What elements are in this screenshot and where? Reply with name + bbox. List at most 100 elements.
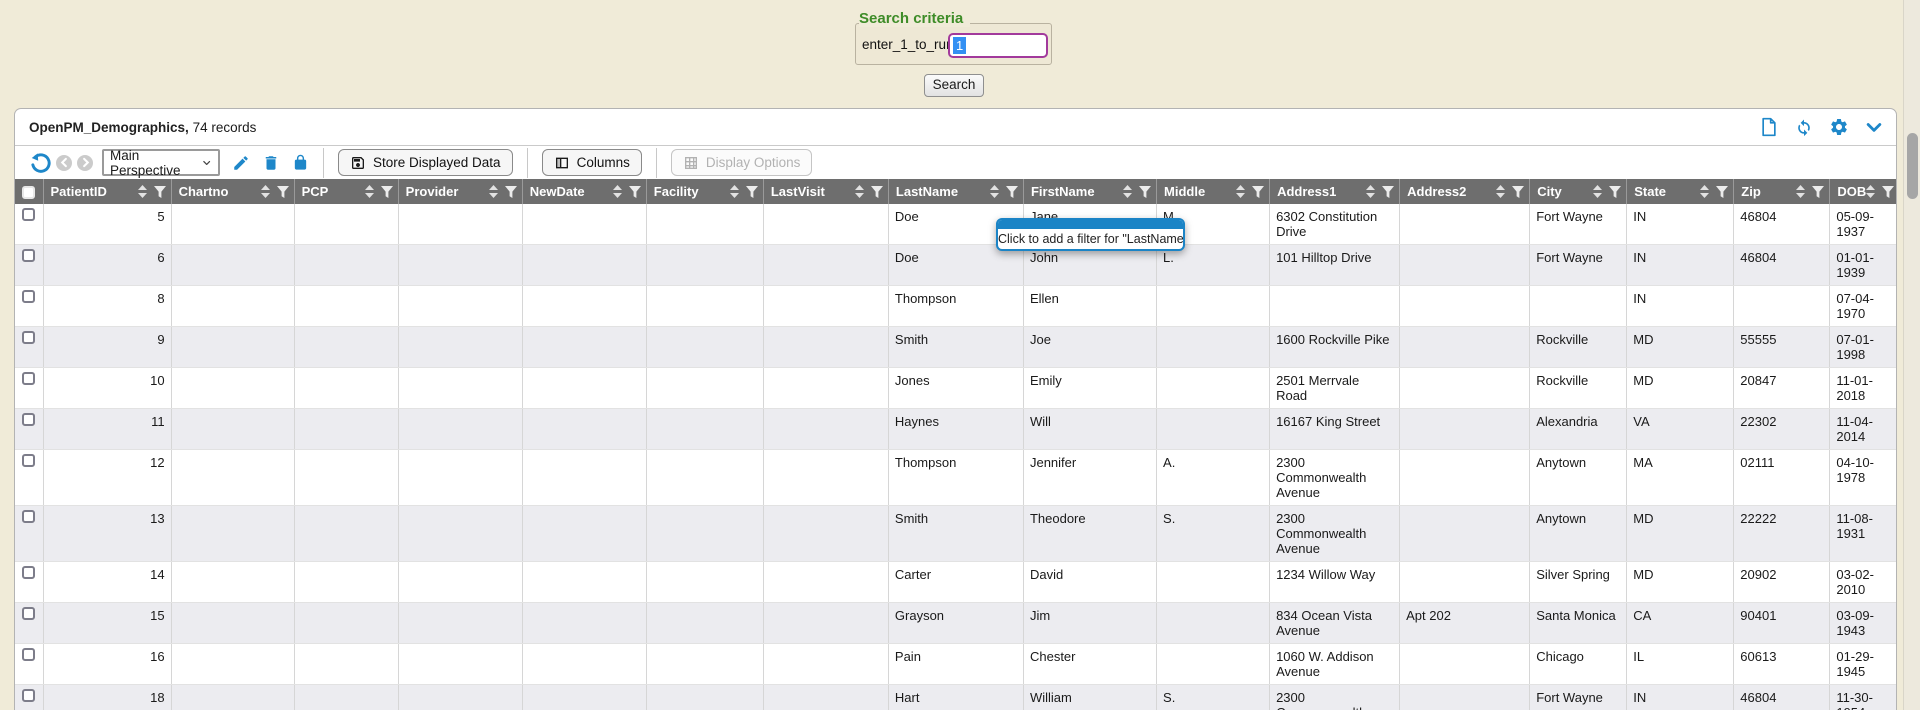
filter-icon[interactable] bbox=[277, 186, 289, 198]
row-checkbox[interactable] bbox=[22, 648, 35, 661]
sort-icon[interactable] bbox=[1236, 185, 1245, 198]
row-checkbox[interactable] bbox=[22, 249, 35, 262]
sort-icon[interactable] bbox=[730, 185, 739, 198]
sort-icon[interactable] bbox=[489, 185, 498, 198]
sort-icon[interactable] bbox=[613, 185, 622, 198]
column-header-pcp[interactable]: PCP bbox=[294, 179, 398, 204]
sort-icon[interactable] bbox=[365, 185, 374, 198]
sort-icon[interactable] bbox=[1866, 185, 1875, 198]
columns-button[interactable]: Columns bbox=[542, 149, 642, 176]
cell-firstname: Ellen bbox=[1023, 286, 1156, 327]
column-header-city[interactable]: City bbox=[1530, 179, 1627, 204]
sort-icon[interactable] bbox=[1496, 185, 1505, 198]
filter-icon[interactable] bbox=[1006, 186, 1018, 198]
sort-icon[interactable] bbox=[1700, 185, 1709, 198]
perspective-select[interactable]: Main Perspective bbox=[102, 149, 220, 176]
table-row[interactable]: 13SmithTheodoreS.2300 Commonwealth Avenu… bbox=[15, 506, 1896, 562]
row-checkbox[interactable] bbox=[22, 566, 35, 579]
column-header-dob[interactable]: DOB bbox=[1830, 179, 1896, 204]
filter-icon[interactable] bbox=[1252, 186, 1264, 198]
row-checkbox[interactable] bbox=[22, 372, 35, 385]
sort-icon[interactable] bbox=[855, 185, 864, 198]
column-header-address1[interactable]: Address1 bbox=[1270, 179, 1400, 204]
cell-facility bbox=[646, 327, 763, 368]
filter-icon[interactable] bbox=[1139, 186, 1151, 198]
sort-icon[interactable] bbox=[990, 185, 999, 198]
column-header-newdate[interactable]: NewDate bbox=[522, 179, 646, 204]
column-header-patientid[interactable]: PatientID bbox=[43, 179, 171, 204]
row-checkbox[interactable] bbox=[22, 208, 35, 221]
vertical-scrollbar-thumb[interactable] bbox=[1907, 133, 1918, 199]
table-row[interactable]: 11HaynesWill16167 King StreetAlexandriaV… bbox=[15, 409, 1896, 450]
column-header-facility[interactable]: Facility bbox=[646, 179, 763, 204]
cell-chartno bbox=[171, 603, 294, 644]
filter-icon[interactable] bbox=[746, 186, 758, 198]
table-row[interactable]: 9SmithJoe1600 Rockville PikeRockvilleMD5… bbox=[15, 327, 1896, 368]
filter-icon[interactable] bbox=[1382, 186, 1394, 198]
cell-zip: 55555 bbox=[1734, 327, 1830, 368]
table-row[interactable]: 18HartWilliamS.2300 Commonwealth AvenueF… bbox=[15, 685, 1896, 710]
table-row[interactable]: 10JonesEmily2501 Merrvale RoadRockvilleM… bbox=[15, 368, 1896, 409]
column-header-address2[interactable]: Address2 bbox=[1400, 179, 1530, 204]
row-checkbox[interactable] bbox=[22, 689, 35, 702]
undo-icon[interactable] bbox=[29, 152, 51, 174]
lock-icon[interactable] bbox=[292, 154, 309, 171]
run-input[interactable]: 1 bbox=[948, 33, 1048, 58]
column-header-state[interactable]: State bbox=[1627, 179, 1734, 204]
filter-icon[interactable] bbox=[629, 186, 641, 198]
table-row[interactable]: 6DoeJohnL.101 Hilltop DriveFort WayneIN4… bbox=[15, 245, 1896, 286]
edit-pencil-icon[interactable] bbox=[232, 154, 250, 172]
table-row[interactable]: 12ThompsonJenniferA.2300 Commonwealth Av… bbox=[15, 450, 1896, 506]
row-checkbox[interactable] bbox=[22, 413, 35, 426]
cell-middle: A. bbox=[1157, 450, 1270, 506]
row-checkbox[interactable] bbox=[22, 290, 35, 303]
table-row[interactable]: 5DoeJaneM.6302 Constitution DriveFort Wa… bbox=[15, 204, 1896, 245]
column-header-lastname[interactable]: LastName bbox=[888, 179, 1023, 204]
new-document-icon[interactable] bbox=[1759, 117, 1779, 137]
row-checkbox[interactable] bbox=[22, 607, 35, 620]
cell-patientid: 13 bbox=[43, 506, 171, 562]
sort-icon[interactable] bbox=[261, 185, 270, 198]
filter-icon[interactable] bbox=[1609, 186, 1621, 198]
table-row[interactable]: 15GraysonJim834 Ocean Vista AvenueApt 20… bbox=[15, 603, 1896, 644]
delete-trash-icon[interactable] bbox=[262, 154, 280, 172]
column-header-provider[interactable]: Provider bbox=[398, 179, 522, 204]
gear-icon[interactable] bbox=[1829, 117, 1849, 137]
cell-firstname: Emily bbox=[1023, 368, 1156, 409]
sort-icon[interactable] bbox=[1593, 185, 1602, 198]
column-header-middle[interactable]: Middle bbox=[1157, 179, 1270, 204]
refresh-icon[interactable] bbox=[1794, 117, 1814, 137]
filter-icon[interactable] bbox=[1716, 186, 1728, 198]
filter-icon[interactable] bbox=[154, 186, 166, 198]
row-checkbox[interactable] bbox=[22, 510, 35, 523]
table-row[interactable]: 14CarterDavid1234 Willow WaySilver Sprin… bbox=[15, 562, 1896, 603]
column-header-chartno[interactable]: Chartno bbox=[171, 179, 294, 204]
search-button[interactable]: Search bbox=[924, 74, 984, 97]
table-row[interactable]: 16PainChester1060 W. Addison AvenueChica… bbox=[15, 644, 1896, 685]
select-all-checkbox[interactable] bbox=[22, 186, 35, 199]
filter-icon[interactable] bbox=[1882, 186, 1894, 198]
collapse-chevron-icon[interactable] bbox=[1864, 117, 1884, 137]
column-header-firstname[interactable]: FirstName bbox=[1023, 179, 1156, 204]
table-name: OpenPM_Demographics, bbox=[29, 120, 189, 135]
sort-icon[interactable] bbox=[1796, 185, 1805, 198]
vertical-scrollbar-track[interactable] bbox=[1903, 0, 1920, 710]
filter-icon[interactable] bbox=[381, 186, 393, 198]
sort-icon[interactable] bbox=[138, 185, 147, 198]
store-displayed-data-button[interactable]: Store Displayed Data bbox=[338, 149, 513, 176]
filter-icon[interactable] bbox=[1812, 186, 1824, 198]
row-checkbox[interactable] bbox=[22, 454, 35, 467]
row-checkbox[interactable] bbox=[22, 331, 35, 344]
select-all-header[interactable] bbox=[15, 179, 43, 204]
next-perspective-icon[interactable] bbox=[77, 155, 93, 171]
filter-icon[interactable] bbox=[871, 186, 883, 198]
filter-icon[interactable] bbox=[505, 186, 517, 198]
filter-icon[interactable] bbox=[1512, 186, 1524, 198]
sort-icon[interactable] bbox=[1123, 185, 1132, 198]
column-header-zip[interactable]: Zip bbox=[1734, 179, 1830, 204]
cell-address2 bbox=[1400, 450, 1530, 506]
table-row[interactable]: 8ThompsonEllenIN07-04-1970 bbox=[15, 286, 1896, 327]
sort-icon[interactable] bbox=[1366, 185, 1375, 198]
column-header-lastvisit[interactable]: LastVisit bbox=[763, 179, 888, 204]
prev-perspective-icon[interactable] bbox=[56, 155, 72, 171]
